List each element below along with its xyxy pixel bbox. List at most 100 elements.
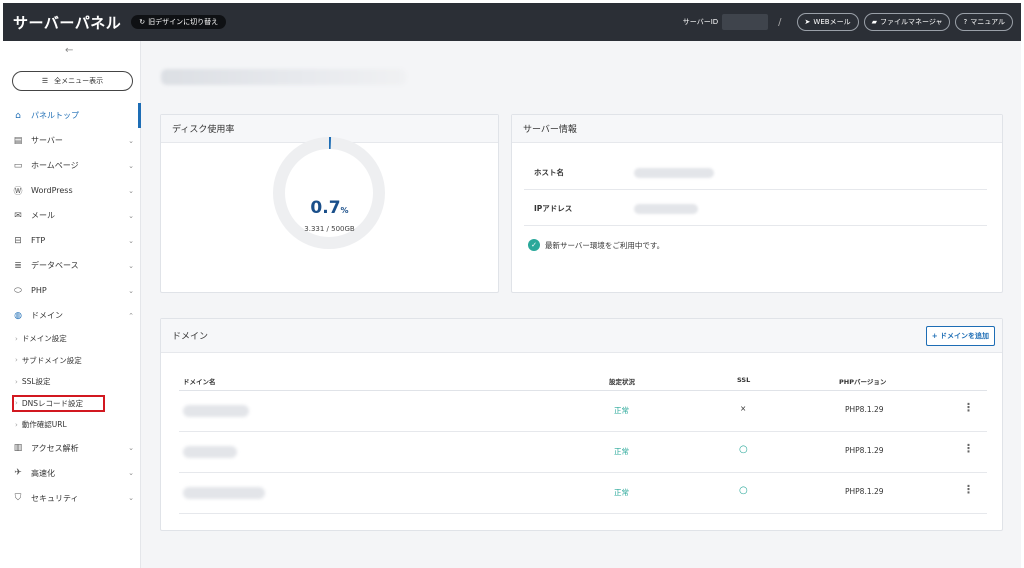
file-manager-button[interactable]: ▰ ファイルマネージャ <box>863 13 951 31</box>
sidebar-item-database[interactable]: ≣ データベース ⌄ <box>3 253 141 278</box>
more-vertical-icon[interactable]: ⋮ <box>963 442 974 455</box>
ip-label: IPアドレス <box>534 204 573 213</box>
chevron-down-icon: ⌄ <box>128 211 134 220</box>
sidebar-item-security[interactable]: ⛉ セキュリティ ⌄ <box>3 486 141 511</box>
host-label: ホスト名 <box>534 168 564 177</box>
check-circle-icon: ✓ <box>528 239 540 251</box>
ssl-on-icon: ○ <box>739 485 748 496</box>
row-php-version: PHP8.1.29 <box>845 446 884 455</box>
sidebar-item-homepage[interactable]: ▭ ホームページ ⌄ <box>3 153 141 178</box>
sidebar-subitem-dns-record-settings[interactable]: › DNSレコード設定 <box>3 393 141 415</box>
disk-percent-unit: % <box>340 206 349 215</box>
table-row[interactable]: 正常 ○ PHP8.1.29 ⋮ <box>179 432 987 473</box>
sidebar-item-access-analytics[interactable]: ▥ アクセス解析 ⌄ <box>3 436 141 461</box>
sidebar-item-speedup[interactable]: ✈ 高速化 ⌄ <box>3 461 141 486</box>
manual-label: マニュアル <box>970 18 1005 26</box>
sidebar-item-server[interactable]: ▤ サーバー ⌄ <box>3 128 141 153</box>
disk-usage-donut <box>273 137 385 249</box>
highlight-box <box>12 394 105 412</box>
server-status-text: 最新サーバー環境をご利用中です。 <box>545 240 665 250</box>
all-menu-button[interactable]: ☰ 全メニュー表示 <box>12 71 133 91</box>
sidebar-item-domain[interactable]: ◍ ドメイン ⌃ <box>3 303 141 328</box>
row-php-version: PHP8.1.29 <box>845 487 884 496</box>
sidebar-item-php[interactable]: ⬭ PHP ⌄ <box>3 278 141 303</box>
sidebar-subitem-test-url[interactable]: › 動作確認URL <box>3 414 141 436</box>
sidebar-subitem-label: ドメイン設定 <box>21 334 67 344</box>
folder-icon: ▰ <box>871 18 877 26</box>
sidebar-item-mail[interactable]: ✉ メール ⌄ <box>3 203 141 228</box>
col-status: 設定状況 <box>609 378 635 386</box>
php-icon: ⬭ <box>14 285 22 296</box>
old-design-toggle[interactable]: ↻ 旧デザインに切り替え <box>131 15 227 29</box>
add-domain-button[interactable]: + ドメインを追加 <box>925 325 995 346</box>
sidebar-subitem-label: 動作確認URL <box>21 420 67 430</box>
table-row[interactable]: 正常 ○ PHP8.1.29 ⋮ <box>179 473 987 514</box>
manual-button[interactable]: ? マニュアル <box>955 13 1013 31</box>
domain-name-blurred <box>183 405 249 417</box>
sidebar-subitem-label: SSL設定 <box>21 377 51 387</box>
chevron-right-icon: › <box>15 377 18 386</box>
row-status: 正常 <box>614 488 629 497</box>
chevron-down-icon: ⌄ <box>128 444 134 452</box>
ssl-off-icon: × <box>740 404 747 413</box>
ssl-on-icon: ○ <box>739 444 748 455</box>
domain-card: ドメイン + ドメインを追加 ドメイン名 設定状況 SSL PHPバージョン 正… <box>160 318 1003 531</box>
rocket-icon: ✈ <box>14 468 22 478</box>
sidebar-item-label: サーバー <box>31 136 63 145</box>
chevron-right-icon: › <box>15 420 18 429</box>
domain-table-header: ドメイン名 設定状況 SSL PHPバージョン <box>179 373 987 391</box>
chevron-right-icon: › <box>15 334 18 343</box>
webmail-button[interactable]: ➤ WEBメール <box>796 13 859 31</box>
chevron-down-icon: ⌄ <box>128 136 134 145</box>
sidebar-item-label: メール <box>31 211 55 220</box>
disk-usage-amount: 3.331 / 500GB <box>304 225 355 233</box>
home-icon: ⌂ <box>15 110 21 121</box>
sidebar-item-label: パネルトップ <box>31 111 79 120</box>
server-info-title: サーバー情報 <box>512 115 1002 143</box>
disk-usage-card: ディスク使用率 0.7% 3.331 / 500GB <box>160 114 499 293</box>
wordpress-icon: Ⓦ <box>13 187 23 197</box>
sidebar-item-label: WordPress <box>31 186 73 195</box>
chevron-down-icon: ⌄ <box>128 469 134 477</box>
page-title-blurred <box>161 69 406 85</box>
sidebar-subitem-domain-settings[interactable]: › ドメイン設定 <box>3 328 141 350</box>
help-icon: ? <box>963 18 968 26</box>
sidebar-item-wordpress[interactable]: Ⓦ WordPress ⌄ <box>3 178 141 203</box>
all-menu-label: 全メニュー表示 <box>54 77 104 85</box>
sidebar-item-label: ホームページ <box>31 161 79 170</box>
sidebar-subitem-ssl-settings[interactable]: › SSL設定 <box>3 371 141 393</box>
collapse-arrow-icon[interactable]: ← <box>65 45 73 56</box>
old-design-label: 旧デザインに切り替え <box>148 18 219 26</box>
chevron-down-icon: ⌄ <box>128 261 134 270</box>
monitor-icon: ⊟ <box>14 235 22 246</box>
server-id-value <box>722 14 769 30</box>
sidebar-item-panel-top[interactable]: ⌂ パネルトップ <box>3 103 141 128</box>
more-vertical-icon[interactable]: ⋮ <box>963 483 974 496</box>
app-frame: サーバーパネル ↻ 旧デザインに切り替え サーバーID / ➤ WEBメール ▰… <box>3 3 1021 568</box>
chevron-down-icon: ⌄ <box>128 161 134 170</box>
row-status: 正常 <box>614 447 629 456</box>
separator: / <box>778 16 782 28</box>
disk-usage-percent: 0.7% <box>161 198 498 218</box>
domain-name-blurred <box>183 487 265 499</box>
sidebar-subitem-subdomain-settings[interactable]: › サブドメイン設定 <box>3 350 141 372</box>
webmail-label: WEBメール <box>813 18 851 26</box>
database-icon: ≣ <box>14 260 22 271</box>
file-manager-label: ファイルマネージャ <box>879 18 943 26</box>
chart-icon: ▥ <box>13 443 23 453</box>
chevron-down-icon: ⌄ <box>128 494 134 502</box>
sidebar-subitem-label: サブドメイン設定 <box>21 355 82 365</box>
server-status: ✓ 最新サーバー環境をご利用中です。 <box>528 239 664 251</box>
domain-card-header: ドメイン + ドメインを追加 <box>161 319 1002 353</box>
server-id-label: サーバーID <box>682 18 719 26</box>
chevron-down-icon: ⌄ <box>128 186 134 195</box>
refresh-icon: ↻ <box>139 18 146 26</box>
more-vertical-icon[interactable]: ⋮ <box>963 401 974 414</box>
host-value-blurred <box>634 167 714 178</box>
sidebar-item-label: FTP <box>31 236 46 245</box>
table-row[interactable]: 正常 × PHP8.1.29 ⋮ <box>179 391 987 432</box>
chevron-up-icon: ⌃ <box>128 311 134 320</box>
sidebar-item-ftp[interactable]: ⊟ FTP ⌄ <box>3 228 141 253</box>
shield-icon: ⛉ <box>14 493 22 503</box>
col-php: PHPバージョン <box>839 378 887 386</box>
